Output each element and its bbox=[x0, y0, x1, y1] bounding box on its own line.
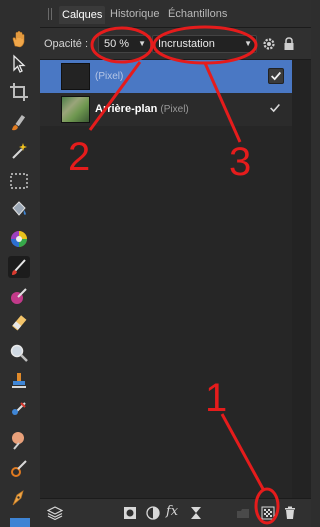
checkmark-icon bbox=[271, 71, 282, 81]
layers-scrollbar[interactable] bbox=[292, 60, 311, 500]
tab-calques[interactable]: Calques bbox=[59, 6, 106, 24]
layer-row-arriere-plan[interactable]: Arrière-plan (Pixel) bbox=[40, 93, 292, 126]
gear-icon[interactable] bbox=[262, 37, 276, 51]
checkmark-icon bbox=[270, 103, 280, 113]
adjustment-icon[interactable] bbox=[146, 506, 160, 520]
paint-brush-icon[interactable] bbox=[8, 256, 30, 278]
brush-icon[interactable] bbox=[8, 112, 30, 134]
layer-controls-bar: Opacité : 50 % ▼ Incrustation ▼ bbox=[40, 28, 311, 60]
visibility-checkbox[interactable] bbox=[268, 101, 284, 117]
layer-name-label: (Pixel) bbox=[95, 71, 124, 82]
marquee-icon[interactable] bbox=[8, 170, 30, 192]
layers-bottom-bar: fx bbox=[40, 498, 311, 527]
layer-row-pixel[interactable]: (Pixel) bbox=[40, 60, 292, 93]
add-pixel-layer-icon[interactable] bbox=[261, 506, 275, 520]
opacity-dropdown[interactable]: 50 % ▼ bbox=[98, 35, 151, 53]
pen-icon[interactable] bbox=[8, 486, 30, 508]
annotation-number-3: 3 bbox=[229, 140, 252, 184]
hand-icon[interactable] bbox=[8, 28, 30, 50]
foreground-color-swatch[interactable] bbox=[10, 518, 30, 527]
hourglass-icon[interactable] bbox=[189, 506, 203, 520]
zoom-icon[interactable] bbox=[8, 342, 30, 364]
blend-mode-value: Incrustation bbox=[158, 38, 215, 50]
eraser-icon[interactable] bbox=[8, 313, 30, 335]
magic-wand-icon[interactable] bbox=[8, 140, 30, 162]
chevron-down-icon: ▼ bbox=[244, 39, 252, 48]
opacity-label: Opacité : bbox=[44, 38, 89, 50]
tab-echantillons[interactable]: Échantillons bbox=[168, 8, 227, 20]
annotation-number-2: 2 bbox=[68, 135, 91, 179]
healing-brush-icon[interactable] bbox=[8, 398, 30, 420]
lock-icon[interactable] bbox=[283, 37, 295, 51]
layer-thumbnail bbox=[61, 63, 90, 90]
move-pointer-icon[interactable] bbox=[8, 53, 30, 75]
tab-historique[interactable]: Historique bbox=[110, 8, 160, 20]
crop-icon[interactable] bbox=[8, 81, 30, 103]
visibility-checkbox[interactable] bbox=[268, 68, 284, 84]
mask-icon[interactable] bbox=[123, 506, 137, 520]
tools-toolbar bbox=[0, 0, 40, 527]
annotation-number-1: 1 bbox=[205, 376, 228, 420]
smudge-icon[interactable] bbox=[8, 457, 30, 479]
layer-thumbnail bbox=[61, 96, 90, 123]
fx-icon[interactable]: fx bbox=[166, 504, 184, 519]
fill-bucket-icon[interactable] bbox=[8, 198, 30, 220]
panel-grip[interactable] bbox=[48, 8, 53, 20]
color-replace-brush-icon[interactable] bbox=[8, 285, 30, 307]
opacity-value: 50 % bbox=[104, 38, 130, 50]
stamp-icon[interactable] bbox=[8, 370, 30, 392]
chevron-down-icon: ▼ bbox=[138, 39, 146, 48]
group-icon[interactable] bbox=[236, 506, 250, 520]
color-wheel-icon[interactable] bbox=[8, 228, 30, 250]
layer-name-label: Arrière-plan (Pixel) bbox=[95, 103, 189, 115]
trash-icon[interactable] bbox=[283, 506, 297, 520]
blend-mode-dropdown[interactable]: Incrustation ▼ bbox=[152, 35, 257, 53]
layers-stack-icon[interactable] bbox=[47, 505, 63, 521]
layers-panel: Calques Historique Échantillons Opacité … bbox=[40, 0, 311, 527]
panel-tabs: Calques Historique Échantillons bbox=[40, 0, 311, 28]
dodge-icon[interactable] bbox=[8, 429, 30, 451]
